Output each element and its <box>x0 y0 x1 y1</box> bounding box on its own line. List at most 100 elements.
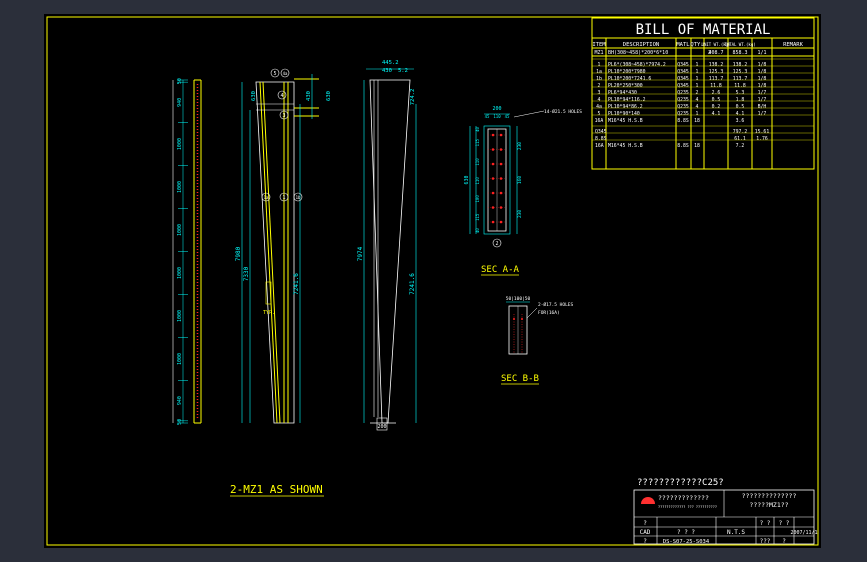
bom-cell-6-3: 4 <box>696 104 699 110</box>
cad-drawing: BILL OF MATERIAL ITEM DESCRIPTION MATL Q… <box>46 16 819 546</box>
bom-cell-4-5: 5.3 <box>736 90 745 96</box>
bom-cell-5-2: Q235 <box>677 97 689 103</box>
bom-cell-6-4: 0.2 <box>712 104 721 110</box>
company-sub: ????????????? ??? ?????????? <box>658 505 717 509</box>
bom-cell-4-0: 3 <box>598 90 601 96</box>
bom-cell-2-5: 113.7 <box>733 76 748 82</box>
left-dim-9: 50 <box>177 419 183 425</box>
bom-cell-7-0: 5 <box>598 111 601 117</box>
dim-side-430: 430 <box>382 68 392 74</box>
dim-elev-7330: 7330 <box>243 266 250 281</box>
bom-total-remark-0: 15.61 <box>755 129 770 135</box>
bom-cell-2-0: 1b <box>596 76 602 82</box>
bom-rows: 1 PL6*(308~458)*7974.2 Q345 1 138.2 138.2 1/81… <box>592 58 814 149</box>
bom-total-label-1: 8.8S <box>595 136 607 142</box>
bom-cell-5-5: 1.8 <box>736 97 745 103</box>
dim-elev-top-2: 430 <box>306 91 312 101</box>
seca-left-dims: 40 115 110 110 100 115 40 <box>475 126 480 233</box>
dim-elev-7241: 7241.6 <box>293 273 300 295</box>
left-dim-5: 1000 <box>177 267 183 279</box>
marker-1b: 1b <box>296 195 301 200</box>
bom-cell-0-5: 138.2 <box>733 62 748 68</box>
section-a-a: 14-Ø21.5 HOLES 200 45 110 45 630 40 115 11… <box>464 106 582 276</box>
bom-cell-3-2: Q345 <box>677 83 689 89</box>
typ-label: TYP. <box>263 310 275 316</box>
dim-side-7974: 7974 <box>357 246 364 261</box>
sec-a-title: SEC A-A <box>481 265 520 275</box>
dim-elev-7980: 7980 <box>235 246 242 261</box>
bom-cell-1-4: 125.3 <box>709 69 724 75</box>
drawing-border <box>46 16 819 546</box>
bom-header-matl: MATL <box>676 42 690 48</box>
bom-cell-3-4: 11.8 <box>710 83 722 89</box>
concrete-strength-note: ????????????C25? <box>637 478 724 488</box>
bom-cell-0-1: PL6*(308~458)*7974.2 <box>608 62 666 68</box>
marker-2: 2 <box>495 241 498 247</box>
tb-col3: ? ? <box>779 520 790 527</box>
bom-total-value-0: 797.2 <box>733 129 748 135</box>
left-dimension-chain: 50 940 1000 1000 1000 1000 1000 1000 940 50 <box>177 78 188 425</box>
bom-cell-4-2: Q235 <box>677 90 689 96</box>
bom-cell-4-3: 2 <box>696 90 699 96</box>
seca-left-dim-6: 40 <box>475 228 480 233</box>
bom-total-matl-2: 8.8S <box>677 143 689 149</box>
bom-cell-0-0: 1 <box>598 62 601 68</box>
company-name: ????????????? <box>658 494 709 502</box>
holes-b-label: 2-Ø17.5 HOLES <box>538 301 574 308</box>
bom-cell-5-0: 4 <box>598 97 601 103</box>
bom-member-item: MZ1 <box>594 50 603 56</box>
bom-cell-0-2: Q345 <box>677 62 689 68</box>
drawing-canvas: BILL OF MATERIAL ITEM DESCRIPTION MATL Q… <box>44 14 821 548</box>
dim-elev-top-3: 630 <box>326 91 332 101</box>
drawing-name: ?????MZ1?? <box>749 501 788 509</box>
dim-side-7241: 7241.6 <box>409 273 416 295</box>
bom-cell-6-6: B/H <box>758 104 767 110</box>
bom-cell-7-2: Q235 <box>677 111 689 117</box>
seca-right-dim-2: 230 <box>517 210 523 218</box>
marker-4a: 4a <box>283 71 288 76</box>
dim-side-724: 724.2 <box>410 89 416 106</box>
bom-cell-5-4: 0.5 <box>712 97 721 103</box>
bom-cell-5-6: 1/7 <box>758 97 767 103</box>
bom-cell-7-1: PL10*90*140 <box>608 111 640 117</box>
bom-total-label-0: Q345 <box>595 129 607 135</box>
bom-cell-2-1: PL10*200*7241.6 <box>608 76 651 82</box>
bom-cell-1-2: Q345 <box>677 69 689 75</box>
column-side-view: 7974 7241.6 724.2 445.2 430 5.2 200 <box>357 60 417 431</box>
bom-total-value-1: 61.1 <box>734 136 746 142</box>
bom-cell-8-0: 16A <box>595 118 604 124</box>
bom-cell-8-2: 8.8S <box>677 118 689 124</box>
company-logo <box>641 497 655 504</box>
bom-total-value-2: 7.2 <box>736 143 745 149</box>
sec-b-title: SEC B-B <box>501 374 539 384</box>
dim-seca-45a: 45 <box>485 114 490 119</box>
bom-cell-2-6: 1/8 <box>758 76 767 82</box>
seca-left-dim-1: 115 <box>475 139 480 147</box>
left-dim-6: 1000 <box>177 310 183 322</box>
cad-label: CAD <box>640 529 651 536</box>
bom-cell-0-6: 1/8 <box>758 62 767 68</box>
bom-cell-1-5: 125.3 <box>733 69 748 75</box>
left-dim-0: 50 <box>177 78 183 84</box>
bom-cell-1-6: 1/8 <box>758 69 767 75</box>
seca-left-dim-2: 110 <box>475 158 480 166</box>
bom-member-desc: BH(308~458)*200*6*10 <box>608 50 668 56</box>
drawing-number: DS-S07-25-S034 <box>663 539 710 545</box>
left-dim-8: 940 <box>177 396 183 405</box>
scale-label: N.T.S <box>727 529 745 536</box>
marker-5: 5 <box>273 71 276 77</box>
drawing-title: 2-MZ1 AS SHOWN <box>230 483 323 496</box>
bom-cell-2-4: 113.7 <box>709 76 724 82</box>
left-dim-1: 940 <box>177 98 183 107</box>
title-block: ????????????C25? ????????????? ?????????… <box>633 478 818 545</box>
seca-right-dims: 230 160 230 <box>517 142 523 218</box>
bom-cell-7-4: 4.1 <box>712 111 721 117</box>
sheet-field: ? <box>782 538 786 545</box>
left-dim-7: 1000 <box>177 353 183 365</box>
bom-header-desc: DESCRIPTION <box>623 42 659 48</box>
bom-cell-1-3: 1 <box>696 69 699 75</box>
bom-cell-2-2: Q345 <box>677 76 689 82</box>
section-b-b: 50|100|50 2-Ø17.5 HOLES FOR(16A) SEC B-B <box>501 296 574 385</box>
bom-cell-3-1: PL20*250*300 <box>608 83 643 89</box>
dim-side-200: 200 <box>377 424 386 430</box>
